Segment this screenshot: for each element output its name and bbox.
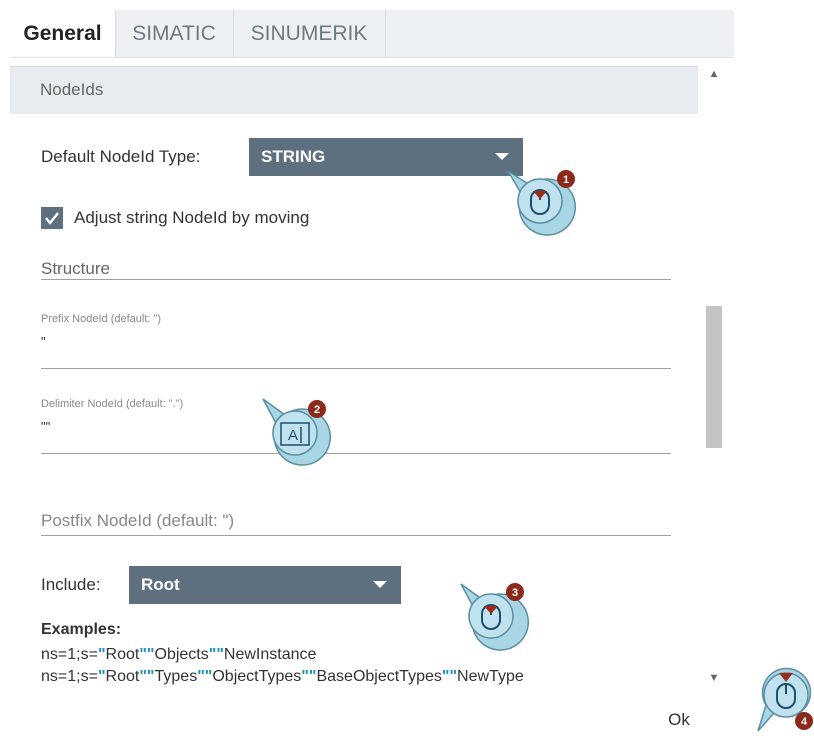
prefix-input[interactable]: ": [41, 334, 46, 349]
example-segment: Root: [105, 668, 140, 685]
example-segment: ns=1;s=: [41, 646, 98, 663]
prefix-label: Prefix NodeId (default: "): [41, 313, 162, 325]
callout-badge: 1: [563, 174, 569, 186]
text-input-callout-2: A 2: [262, 398, 332, 466]
section-header: NodeIds: [10, 66, 698, 114]
structure-label: Structure: [41, 259, 110, 278]
settings-panel: NodeIds Default NodeId Type: STRING Adju…: [10, 57, 734, 695]
tab-divider: [385, 10, 386, 57]
chevron-down-icon: [373, 581, 387, 588]
default-type-value: STRING: [261, 147, 326, 166]
delimiter-label: Delimiter NodeId (default: "."): [41, 398, 184, 410]
mouse-click-callout-3: 3: [460, 583, 530, 651]
quote-marker: "": [441, 668, 458, 685]
tab-sinumerik[interactable]: SINUMERIK: [233, 10, 385, 57]
delimiter-underline: [41, 453, 671, 454]
delimiter-input[interactable]: "": [41, 419, 50, 434]
example-line-1: ns=1;s="Root""Objects""NewInstance: [41, 646, 316, 664]
svg-text:A: A: [288, 427, 298, 444]
example-segment: NewInstance: [223, 646, 317, 663]
quote-marker: "": [139, 668, 155, 685]
adjust-label: Adjust string NodeId by moving: [74, 208, 310, 227]
example-segment: NewType: [457, 668, 524, 685]
example-segment: ObjectTypes: [212, 668, 302, 685]
vertical-scrollbar[interactable]: ▲ ▼: [706, 68, 722, 688]
mouse-click-callout-1: 1: [507, 170, 577, 236]
quote-marker: "": [208, 646, 224, 663]
prefix-underline: [41, 368, 671, 369]
callout-badge: 2: [314, 404, 320, 416]
section-title: NodeIds: [40, 80, 104, 99]
include-dropdown[interactable]: Root: [129, 566, 401, 604]
mouse-click-callout-4: 4: [757, 667, 813, 732]
quote-marker: ": [97, 646, 106, 663]
ok-button[interactable]: Ok: [655, 701, 703, 739]
adjust-checkbox[interactable]: [41, 207, 63, 229]
chevron-down-icon: [495, 153, 509, 160]
default-type-label: Default NodeId Type:: [41, 147, 201, 166]
postfix-input[interactable]: Postfix NodeId (default: "): [41, 511, 234, 531]
quote-marker: ": [97, 668, 106, 685]
divider: [41, 279, 671, 280]
example-segment: ns=1;s=: [41, 668, 98, 685]
callout-badge: 4: [801, 716, 808, 728]
example-segment: Root: [105, 646, 140, 663]
default-type-dropdown[interactable]: STRING: [249, 138, 523, 176]
tab-general[interactable]: General: [10, 10, 115, 57]
scroll-down-arrow-icon[interactable]: ▼: [706, 672, 722, 688]
include-value: Root: [141, 575, 180, 594]
examples-title: Examples:: [41, 621, 122, 638]
example-segment: Objects: [154, 646, 209, 663]
tab-simatic[interactable]: SIMATIC: [115, 10, 233, 57]
quote-marker: "": [301, 668, 317, 685]
example-segment: BaseObjectTypes: [316, 668, 442, 685]
include-label: Include:: [41, 575, 101, 594]
example-line-2: ns=1;s="Root""Types""ObjectTypes""BaseOb…: [41, 668, 524, 686]
postfix-underline: [41, 535, 671, 536]
quote-marker: "": [139, 646, 155, 663]
tab-bar: General SIMATIC SINUMERIK: [10, 10, 734, 57]
check-icon: [45, 212, 59, 225]
quote-marker: "": [197, 668, 213, 685]
callout-badge: 3: [512, 587, 518, 599]
scroll-up-arrow-icon[interactable]: ▲: [706, 68, 722, 84]
scroll-thumb[interactable]: [706, 306, 722, 448]
example-segment: Types: [154, 668, 198, 685]
